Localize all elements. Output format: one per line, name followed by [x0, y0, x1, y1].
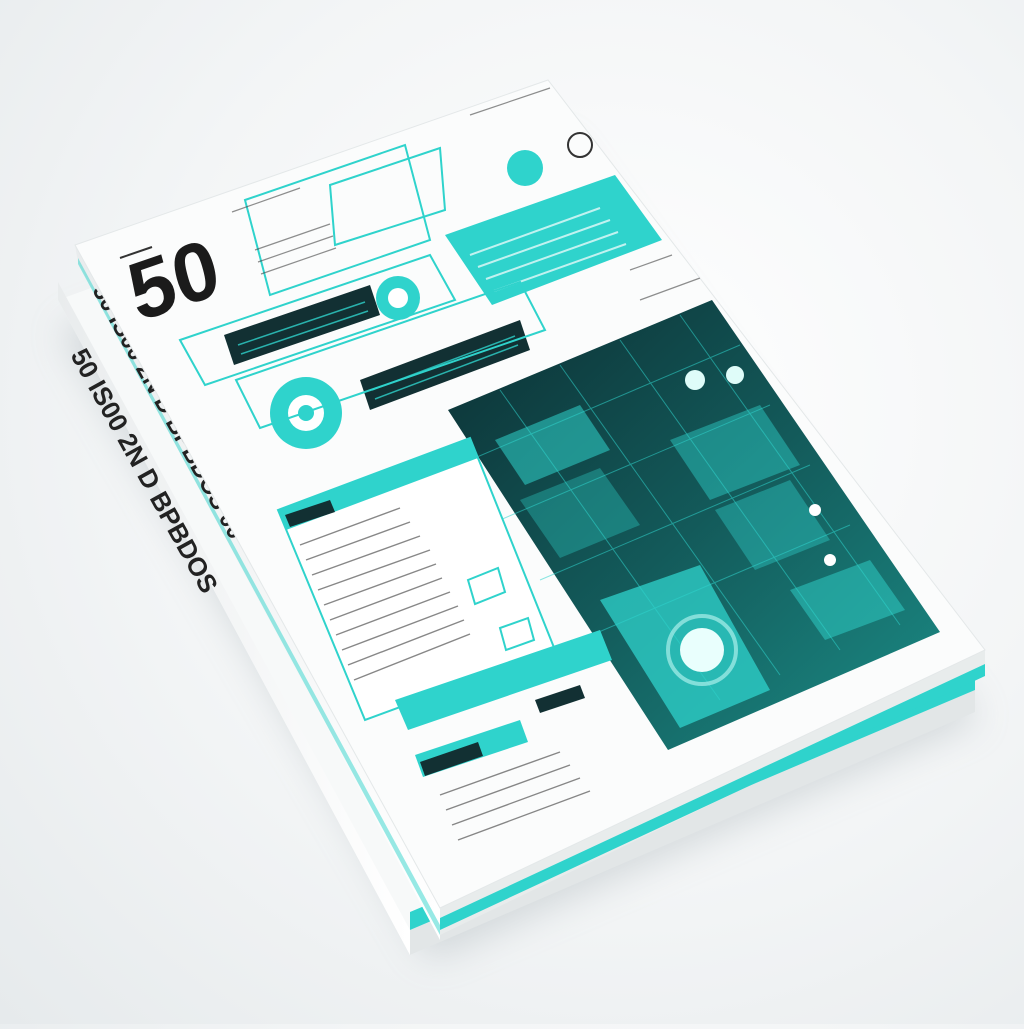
scene: 50 IS00 2N D BPBDOS 50 IS00 2N D BPBDOS … — [0, 0, 1024, 1024]
book-illustration: 50 IS00 2N D BPBDOS 50 IS00 2N D BPBDOS … — [58, 79, 986, 960]
